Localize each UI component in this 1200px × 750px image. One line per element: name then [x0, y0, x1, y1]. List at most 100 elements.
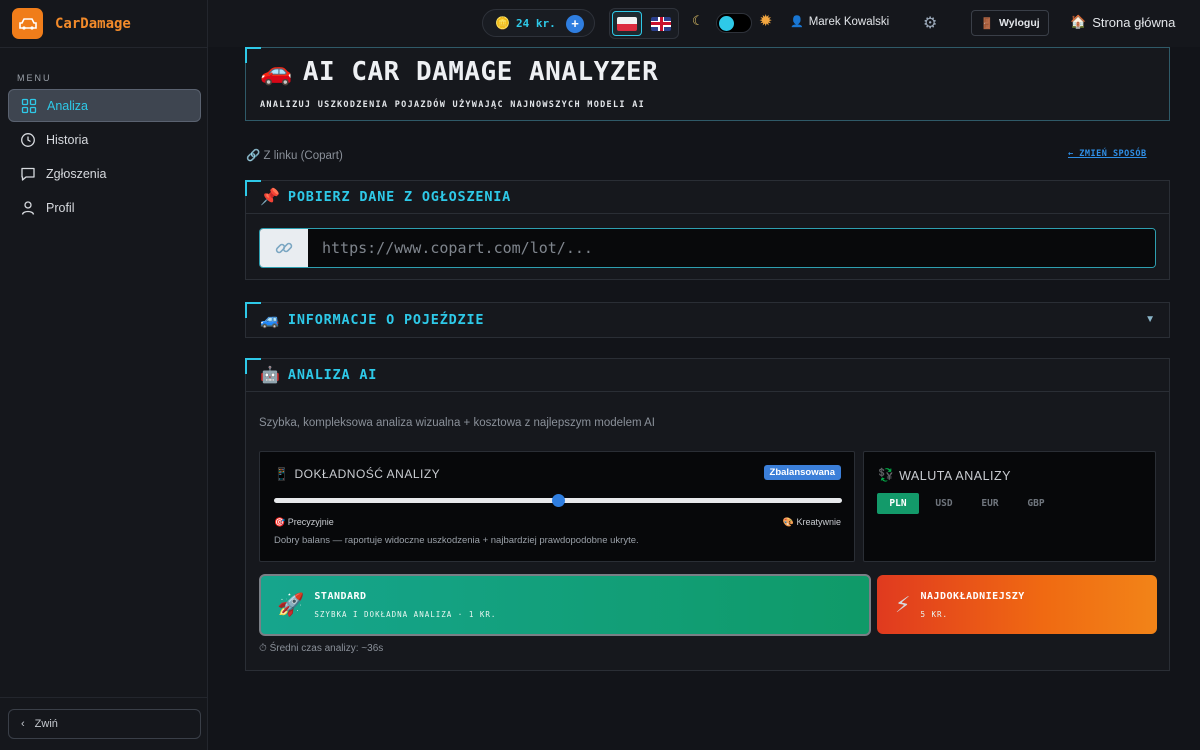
- flag-uk-icon: [651, 16, 671, 31]
- phone-icon: 📱: [274, 467, 290, 481]
- change-method-link[interactable]: ← ZMIEŃ SPOSÓB: [1068, 149, 1147, 159]
- lightning-icon: ⚡: [895, 591, 911, 617]
- topbar: 🪙 24 kr. + ☾ ✹ 👤 Marek Kowalski ⚙ 🚪 Wylo…: [208, 0, 1200, 47]
- standard-button-text: STANDARD SZYBKA I DOKŁADNA ANALIZA · 1 K…: [314, 591, 496, 619]
- currency-options: PLN USD EUR GBP: [877, 493, 1057, 514]
- sidebar: CarDamage MENU Analiza Historia Zgłoszen…: [0, 0, 208, 750]
- chat-icon: [21, 167, 35, 181]
- logout-label: Wyloguj: [999, 17, 1040, 29]
- moon-icon: ☾: [692, 13, 704, 28]
- toggle-knob: [719, 16, 734, 31]
- currency-exchange-icon: 💱: [878, 468, 895, 482]
- ai-card-header: 🤖 ANALIZA AI: [246, 359, 1169, 392]
- add-credits-button[interactable]: +: [566, 15, 584, 33]
- menu-label: MENU: [17, 73, 52, 83]
- standard-subtitle: SZYBKA I DOKŁADNA ANALIZA · 1 KR.: [314, 610, 497, 619]
- sidebar-nav: Analiza Historia Zgłoszenia Profil: [8, 89, 201, 225]
- chevron-left-icon: ‹: [21, 718, 25, 730]
- door-icon: 🚪: [980, 17, 995, 30]
- user-icon: 👤: [790, 16, 804, 28]
- coin-icon: 🪙: [495, 16, 510, 30]
- user-icon: [21, 200, 35, 215]
- car-icon: 🚗: [260, 57, 293, 87]
- flag-pl-button[interactable]: [612, 11, 642, 36]
- divider: [0, 47, 208, 48]
- average-time: ⏱ Średni czas analizy: ~36s: [259, 643, 383, 654]
- collapse-sidebar-button[interactable]: ‹ Zwiń: [8, 709, 201, 739]
- standard-title: STANDARD: [314, 591, 367, 602]
- corner-accent: [245, 47, 261, 63]
- ai-description: Szybka, kompleksowa analiza wizualna + k…: [259, 417, 655, 429]
- currency-option-pln[interactable]: PLN: [877, 493, 919, 514]
- pushpin-icon: 📌: [260, 189, 280, 206]
- link-icon: 🔗: [246, 150, 261, 162]
- page-title: 🚗 AI CAR DAMAGE ANALYZER: [260, 57, 658, 87]
- most-accurate-button[interactable]: ⚡ NAJDOKŁADNIEJSZY 5 KR.: [877, 575, 1157, 634]
- sidebar-item-label: Profil: [46, 200, 75, 215]
- accuracy-title-text: DOKŁADNOŚĆ ANALIZY: [294, 467, 441, 481]
- currency-option-gbp[interactable]: GBP: [1015, 493, 1057, 514]
- source-text: Z linku (Copart): [263, 150, 343, 162]
- creative-label-text: Kreatywnie: [796, 517, 841, 527]
- copart-url-input[interactable]: [308, 229, 1155, 267]
- accuracy-description: Dobry balans — raportuje widoczne uszkod…: [274, 535, 639, 546]
- average-time-text: Średni czas analizy: ~36s: [269, 643, 384, 654]
- sidebar-item-label: Historia: [46, 132, 89, 147]
- sun-icon: ✹: [759, 13, 773, 30]
- best-title: NAJDOKŁADNIEJSZY: [920, 590, 1025, 602]
- creative-label: 🎨 Kreatywnie: [783, 517, 841, 528]
- currency-option-usd[interactable]: USD: [923, 493, 965, 514]
- vehicle-info-header[interactable]: 🚙 INFORMACJE O POJEŹDZIE ▼: [246, 303, 1169, 336]
- car-icon: [12, 8, 43, 39]
- theme-toggle[interactable]: [716, 13, 752, 33]
- sidebar-item-historia[interactable]: Historia: [8, 123, 201, 156]
- language-switcher: [609, 8, 679, 39]
- vehicle-info-card[interactable]: 🚙 INFORMACJE O POJEŹDZIE ▼: [245, 302, 1170, 338]
- user-name: Marek Kowalski: [808, 15, 890, 28]
- currency-option-eur[interactable]: EUR: [969, 493, 1011, 514]
- fetch-card: 📌 POBIERZ DANE Z OGŁOSZENIA: [245, 180, 1170, 280]
- app-name: CarDamage: [55, 15, 131, 32]
- home-link[interactable]: 🏠 Strona główna: [1070, 14, 1175, 30]
- divider: [0, 697, 208, 698]
- url-input-group: [259, 228, 1156, 268]
- rocket-icon: 🚀: [277, 592, 305, 617]
- slider-handle[interactable]: [552, 494, 565, 507]
- target-icon: 🎯: [274, 517, 286, 527]
- page-title-text: AI CAR DAMAGE ANALYZER: [302, 57, 659, 87]
- grid-icon: [21, 98, 37, 113]
- sidebar-item-profil[interactable]: Profil: [8, 191, 201, 224]
- palette-icon: 🎨: [782, 517, 794, 527]
- accuracy-badge: Zbalansowana: [763, 465, 841, 480]
- sidebar-item-label: Analiza: [47, 98, 88, 113]
- house-icon: 🏠: [1070, 14, 1087, 29]
- accuracy-panel: 📱 DOKŁADNOŚĆ ANALIZY Zbalansowana 🎯 Prec…: [259, 451, 855, 562]
- vehicle-info-title: INFORMACJE O POJEŹDZIE: [287, 311, 485, 328]
- page-subtitle: ANALIZUJ USZKODZENIA POJAZDÓW UŻYWAJĄC N…: [260, 100, 646, 110]
- credits-value: 24 kr.: [515, 16, 556, 30]
- chevron-down-icon[interactable]: ▼: [1145, 314, 1155, 325]
- gear-icon[interactable]: ⚙: [923, 13, 937, 33]
- logout-button[interactable]: 🚪 Wyloguj: [971, 10, 1049, 36]
- sidebar-item-analiza[interactable]: Analiza: [8, 89, 201, 122]
- ai-card-title: ANALIZA AI: [287, 367, 378, 383]
- sidebar-item-zgloszenia[interactable]: Zgłoszenia: [8, 157, 201, 190]
- stopwatch-icon: ⏱: [259, 643, 267, 654]
- source-label: 🔗 Z linku (Copart): [246, 148, 343, 162]
- precise-label-text: Precyzyjnie: [287, 517, 334, 527]
- credits-pill[interactable]: 🪙 24 kr. +: [482, 9, 595, 37]
- currency-title: 💱 WALUTA ANALIZY: [878, 468, 1011, 483]
- flag-uk-button[interactable]: [646, 11, 676, 36]
- best-button-text: NAJDOKŁADNIEJSZY 5 KR.: [920, 591, 1024, 619]
- currency-panel: 💱 WALUTA ANALIZY PLN USD EUR GBP: [863, 451, 1156, 562]
- app-logo[interactable]: CarDamage: [12, 8, 131, 39]
- fetch-card-header: 📌 POBIERZ DANE Z OGŁOSZENIA: [246, 181, 1169, 214]
- ai-analysis-card: 🤖 ANALIZA AI Szybka, kompleksowa analiza…: [245, 358, 1170, 671]
- sidebar-item-label: Zgłoszenia: [46, 166, 107, 181]
- collapse-label: Zwiń: [34, 718, 58, 730]
- accuracy-slider[interactable]: [274, 494, 842, 507]
- precise-label: 🎯 Precyzyjnie: [274, 517, 334, 528]
- user-menu[interactable]: 👤 Marek Kowalski: [790, 15, 890, 29]
- home-label: Strona główna: [1092, 14, 1176, 30]
- standard-analysis-button[interactable]: 🚀 STANDARD SZYBKA I DOKŁADNA ANALIZA · 1…: [259, 574, 871, 636]
